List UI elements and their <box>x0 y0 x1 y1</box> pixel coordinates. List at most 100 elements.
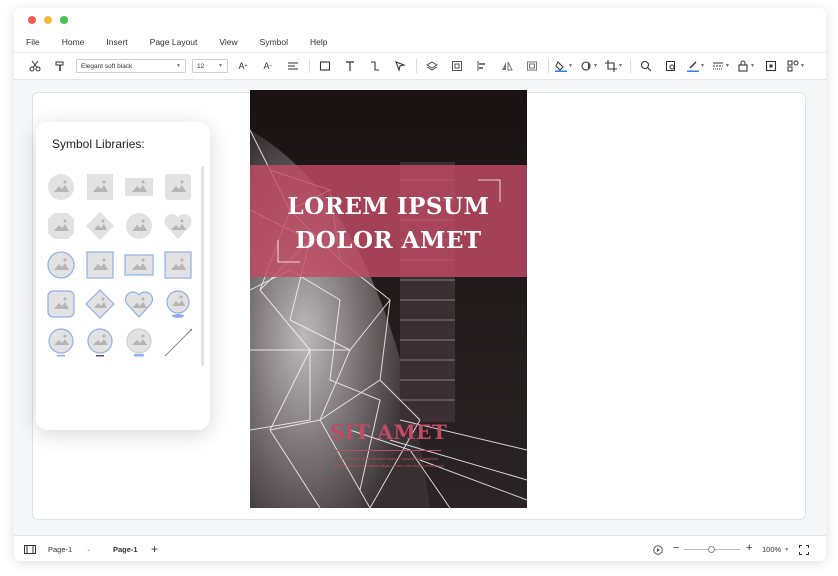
image-rounded-icon[interactable] <box>163 172 193 202</box>
image-circle-icon[interactable] <box>46 172 76 202</box>
toolbar-divider <box>416 59 417 73</box>
fill-icon[interactable]: ▼ <box>555 57 573 75</box>
image-wide-icon[interactable] <box>124 172 154 202</box>
image-wide-outline-icon[interactable] <box>124 250 154 280</box>
find-replace-icon[interactable] <box>662 57 680 75</box>
toolbar-divider <box>309 59 310 73</box>
font-family-value: Elegant soft black <box>81 62 133 70</box>
poster-page[interactable]: LOREM IPSUM DOLOR AMET SIT AMET lorem ip… <box>250 90 527 508</box>
flip-icon[interactable] <box>498 57 516 75</box>
line-color-icon[interactable]: ▼ <box>687 57 705 75</box>
zoom-slider[interactable] <box>684 546 740 553</box>
image-heart-outline-icon[interactable] <box>124 289 154 319</box>
crop-icon[interactable]: ▼ <box>605 57 623 75</box>
image-circle-outline-icon[interactable] <box>46 250 76 280</box>
chevron-down-icon: ▼ <box>218 63 223 69</box>
image-globe-stand-icon[interactable] <box>124 328 154 358</box>
symbol-libraries-title: Symbol Libraries: <box>52 137 145 151</box>
shadow-icon[interactable]: ▼ <box>580 57 598 75</box>
page-select[interactable]: Page-1 ⌄ <box>48 545 91 554</box>
poster-small-text[interactable]: lorem ipsum dolor sit amet dictum, conse… <box>310 455 467 469</box>
page-tab-label: Page-1 <box>113 545 138 554</box>
image-pin-outline-icon[interactable] <box>163 289 193 319</box>
toolbar-divider <box>630 59 631 73</box>
connector-icon[interactable] <box>366 57 384 75</box>
zoom-level-value: 100% <box>762 545 782 554</box>
poster-headline-line-1: LOREM IPSUM <box>287 193 490 220</box>
fullscreen-icon[interactable] <box>799 545 809 555</box>
chevron-down-icon: ⌄ <box>86 547 92 553</box>
minimize-window-button[interactable] <box>44 16 52 24</box>
toolbar: Elegant soft black ▼ 12 ▼ A + A − ▼ ▼ ▼ … <box>14 52 826 80</box>
search-icon[interactable] <box>637 57 655 75</box>
image-square-outline-icon[interactable] <box>85 250 115 280</box>
page-select-value: Page-1 <box>48 545 73 554</box>
more-icon[interactable]: ▼ <box>787 57 805 75</box>
menu-symbol[interactable]: Symbol <box>260 37 288 47</box>
menu-insert[interactable]: Insert <box>106 37 127 47</box>
rectangle-icon[interactable] <box>316 57 334 75</box>
menu-view[interactable]: View <box>219 37 237 47</box>
poster-subtitle[interactable]: SIT AMET <box>250 420 527 444</box>
toolbar-divider <box>548 59 549 73</box>
pointer-icon[interactable] <box>391 57 409 75</box>
panel-scrollbar[interactable] <box>201 166 204 366</box>
title-bar <box>14 8 826 32</box>
lock-icon[interactable]: ▼ <box>737 57 755 75</box>
line-style-icon[interactable]: ▼ <box>712 57 730 75</box>
zoom-out-button[interactable]: − <box>673 542 679 554</box>
play-icon[interactable] <box>653 545 663 555</box>
text-icon[interactable] <box>341 57 359 75</box>
image-diamond-outline-icon[interactable] <box>85 289 115 319</box>
format-painter-icon[interactable] <box>51 57 69 75</box>
zoom-slider-handle[interactable] <box>708 546 715 553</box>
image-square-icon[interactable] <box>85 172 115 202</box>
poster-divider <box>336 450 441 451</box>
plus-icon: + <box>746 542 753 554</box>
minus-icon: − <box>673 542 680 554</box>
fit-icon[interactable] <box>762 57 780 75</box>
menu-home[interactable]: Home <box>62 37 85 47</box>
font-size-select[interactable]: 12 ▼ <box>192 59 228 73</box>
maximize-window-button[interactable] <box>60 16 68 24</box>
page-view-icon[interactable] <box>24 545 36 554</box>
poster-small-text-line-2: ut labore et dolore magna aliqua ut enim… <box>332 463 445 468</box>
image-diamond-icon[interactable] <box>85 211 115 241</box>
line-icon[interactable] <box>163 328 193 358</box>
poster-small-text-line-1: lorem ipsum dolor sit amet dictum, conse… <box>338 456 439 461</box>
image-frame-outline-icon[interactable] <box>163 250 193 280</box>
symbol-libraries-panel: Symbol Libraries: <box>36 122 210 430</box>
close-window-button[interactable] <box>28 16 36 24</box>
layers-icon[interactable] <box>423 57 441 75</box>
poster-headline-line-2: DOLOR AMET <box>295 227 482 254</box>
status-bar: Page-1 ⌄ Page-1 + − + 100% ▼ <box>14 535 826 561</box>
page-tab[interactable]: Page-1 <box>113 545 138 554</box>
image-badge-icon[interactable] <box>124 211 154 241</box>
font-grow-icon[interactable]: A + <box>234 57 252 75</box>
poster-architecture-image <box>250 90 527 508</box>
zoom-in-button[interactable]: + <box>746 542 752 554</box>
poster-headline[interactable]: LOREM IPSUM DOLOR AMET <box>250 190 527 258</box>
image-heart-icon[interactable] <box>163 211 193 241</box>
image-globe-alt-icon[interactable] <box>85 328 115 358</box>
image-globe-icon[interactable] <box>46 328 76 358</box>
plus-icon: + <box>151 542 159 556</box>
group-icon[interactable] <box>448 57 466 75</box>
chevron-down-icon: ▼ <box>784 546 790 553</box>
cut-icon[interactable] <box>26 57 44 75</box>
frame-icon[interactable] <box>523 57 541 75</box>
chevron-down-icon: ▼ <box>176 63 181 69</box>
font-family-select[interactable]: Elegant soft black ▼ <box>76 59 186 73</box>
image-rounded-outline-icon[interactable] <box>46 289 76 319</box>
align-icon[interactable] <box>284 57 302 75</box>
add-page-button[interactable]: + <box>151 542 158 556</box>
image-octagon-icon[interactable] <box>46 211 76 241</box>
menu-bar: File Home Insert Page Layout View Symbol… <box>14 32 826 52</box>
font-shrink-icon[interactable]: A − <box>259 57 277 75</box>
zoom-level[interactable]: 100% ▼ <box>762 545 789 554</box>
font-size-value: 12 <box>197 62 205 70</box>
menu-file[interactable]: File <box>26 37 40 47</box>
menu-page-layout[interactable]: Page Layout <box>150 37 198 47</box>
menu-help[interactable]: Help <box>310 37 327 47</box>
align-left-icon[interactable] <box>473 57 491 75</box>
